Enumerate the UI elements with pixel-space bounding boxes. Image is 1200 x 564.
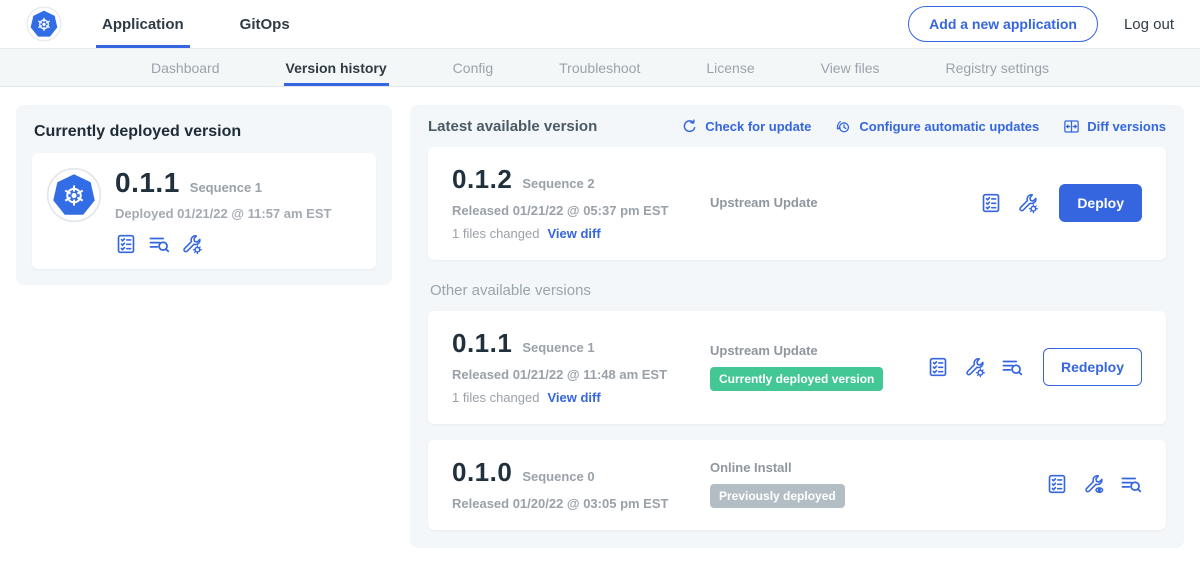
subnav-tab-dashboard[interactable]: Dashboard [149,49,222,86]
sequence-label: Sequence 2 [522,176,594,191]
files-changed-line: 1 files changed View diff [452,226,710,241]
preflight-checks-icon[interactable] [980,192,1002,214]
files-changed-count: 1 files changed [452,390,539,405]
status-badge: Currently deployed version [710,367,883,391]
subnav-tab-troubleshoot[interactable]: Troubleshoot [557,49,642,86]
released-date: Released 01/21/22 @ 11:48 am EST [452,367,710,382]
version-number: 0.1.0 [452,457,512,488]
subnav-tab-license[interactable]: License [704,49,756,86]
deploy-logs-icon[interactable] [148,233,170,255]
currently-deployed-title: Currently deployed version [34,123,374,141]
files-changed-line: 1 files changed View diff [452,390,710,405]
link-label: Check for update [705,119,811,134]
deploy-logs-icon[interactable] [1120,473,1142,495]
logout-button[interactable]: Log out [1124,16,1174,33]
version-card-0.1.0: 0.1.0 Sequence 0 Released 01/20/22 @ 03:05… [428,440,1166,530]
version-card-0.1.2: 0.1.2 Sequence 2 Released 01/21/22 @ 05:37… [428,147,1166,260]
files-changed-count: 1 files changed [452,226,539,241]
subnav-tab-version-history[interactable]: Version history [284,49,389,86]
deploy-button[interactable]: Deploy [1059,184,1142,222]
deployed-sequence-label: Sequence 1 [190,180,262,195]
view-diff-link[interactable]: View diff [547,390,600,405]
deployed-version-number: 0.1.1 [115,167,180,199]
deployed-version-actions [115,233,331,255]
version-card-0.1.1: 0.1.1 Sequence 1 Released 01/21/22 @ 11:48… [428,311,1166,424]
main-content: Currently deployed version 0.1.1 Sequenc… [0,87,1200,564]
config-edit-icon[interactable] [1017,192,1039,214]
app-icon [46,167,102,223]
header-tab-gitops[interactable]: GitOps [234,0,296,48]
sequence-label: Sequence 1 [522,340,594,355]
version-actions [1046,473,1142,495]
preflight-checks-icon[interactable] [927,356,949,378]
subnav-tab-config[interactable]: Config [451,49,495,86]
released-date: Released 01/21/22 @ 05:37 pm EST [452,203,710,218]
preflight-checks-icon[interactable] [1046,473,1068,495]
version-source: Upstream Update [710,195,970,210]
sequence-label: Sequence 0 [522,469,594,484]
config-view-icon[interactable] [1083,473,1105,495]
currently-deployed-card: Currently deployed version 0.1.1 Sequenc… [16,105,392,285]
check-for-update-link[interactable]: Check for update [681,118,811,135]
deployed-version-card: 0.1.1 Sequence 1 Deployed 01/21/22 @ 11:… [32,153,376,269]
latest-version-title: Latest available version [428,118,597,135]
version-number: 0.1.1 [452,328,512,359]
config-edit-icon[interactable] [181,233,203,255]
add-application-button[interactable]: Add a new application [908,6,1098,42]
subnav-tab-registry-settings[interactable]: Registry settings [944,49,1051,86]
configure-automatic-updates-link[interactable]: Configure automatic updates [835,118,1039,135]
deployed-date: Deployed 01/21/22 @ 11:57 am EST [115,206,331,221]
header-actions: Add a new application Log out [908,6,1174,42]
preflight-checks-icon[interactable] [115,233,137,255]
status-badge: Previously deployed [710,484,845,508]
other-versions-title: Other available versions [430,282,1164,299]
version-number: 0.1.2 [452,164,512,195]
version-source: Upstream Update [710,343,917,358]
kubernetes-logo [26,6,62,42]
app-tabs: Application GitOps [96,0,340,48]
released-date: Released 01/20/22 @ 03:05 pm EST [452,496,710,511]
version-source: Online Install [710,460,1036,475]
config-edit-icon[interactable] [964,356,986,378]
view-diff-link[interactable]: View diff [547,226,600,241]
panel-actions: Check for update Configure automatic upda… [681,118,1166,135]
version-actions: Deploy [980,184,1142,222]
link-label: Diff versions [1087,119,1166,134]
version-actions: Redeploy [927,348,1142,386]
diff-versions-icon [1063,118,1080,135]
auto-update-icon [835,118,852,135]
top-nav: Application GitOps Add a new application … [0,0,1200,49]
deploy-logs-icon[interactable] [1001,356,1023,378]
redeploy-button[interactable]: Redeploy [1043,348,1142,386]
version-history-panel: Latest available version Check for updat… [410,105,1184,548]
sub-nav: Dashboard Version history Config Troublesho… [0,49,1200,87]
subnav-tab-view-files[interactable]: View files [819,49,882,86]
header-tab-application[interactable]: Application [96,0,190,48]
check-update-icon [681,118,698,135]
diff-versions-link[interactable]: Diff versions [1063,118,1166,135]
link-label: Configure automatic updates [859,119,1039,134]
